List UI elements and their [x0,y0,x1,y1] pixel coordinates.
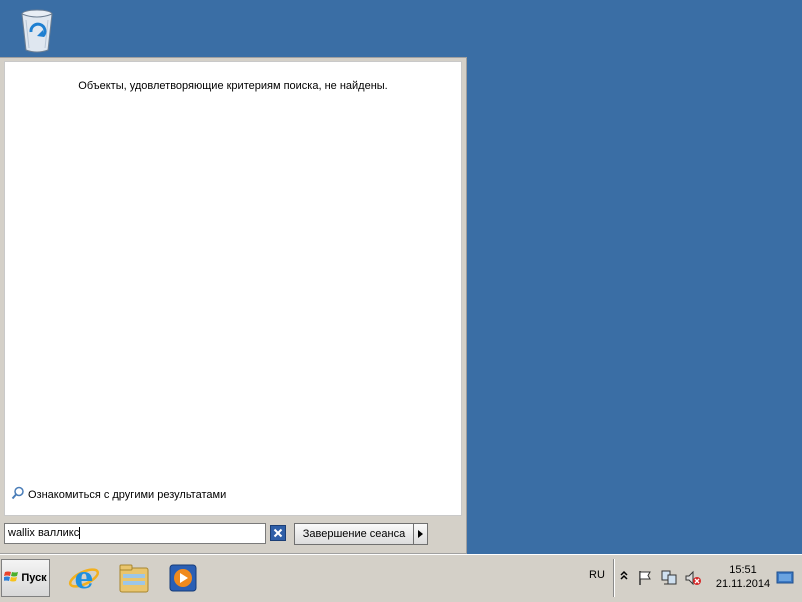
windows-logo-icon [3,570,20,587]
clock-time: 15:51 [729,564,757,576]
clock-date: 21.11.2014 [715,578,771,590]
logoff-options-arrow[interactable] [414,523,428,545]
see-more-results-label: Ознакомиться с другими результатами [28,488,227,501]
search-input-value: wallix валликс [8,527,80,539]
search-input[interactable]: wallix валликс [4,523,266,544]
clear-search-button[interactable] [270,525,286,541]
logoff-button[interactable]: Завершение сеанса [294,523,414,545]
network-icon[interactable] [660,569,678,587]
close-icon [273,528,283,538]
start-button-label: Пуск [21,572,47,584]
taskbar: Пуск e RU 15:51 21.11.2014 [0,554,802,602]
search-icon [11,486,25,503]
action-center-flag-icon[interactable] [636,569,654,587]
show-desktop-icon[interactable] [776,571,794,585]
media-player-icon[interactable] [166,560,200,596]
svg-text:e: e [74,561,93,596]
tray-divider [613,559,614,597]
start-button[interactable]: Пуск [1,559,50,597]
volume-muted-icon[interactable] [684,569,702,587]
show-hidden-icons-button[interactable] [619,569,629,583]
file-explorer-icon[interactable] [117,560,151,596]
start-menu: Объекты, удовлетворяющие критериям поиск… [0,57,467,554]
no-results-message: Объекты, удовлетворяющие критериям поиск… [78,80,388,92]
search-results-panel: Объекты, удовлетворяющие критериям поиск… [4,61,462,516]
see-more-results-link[interactable]: Ознакомиться с другими результатами [11,486,226,503]
language-indicator[interactable]: RU [589,569,605,581]
text-caret [79,527,81,540]
system-clock[interactable]: 15:51 21.11.2014 [708,563,778,591]
internet-explorer-icon[interactable]: e [67,560,101,596]
recycle-bin-icon[interactable] [17,6,57,54]
chevron-up-icon [620,570,628,580]
